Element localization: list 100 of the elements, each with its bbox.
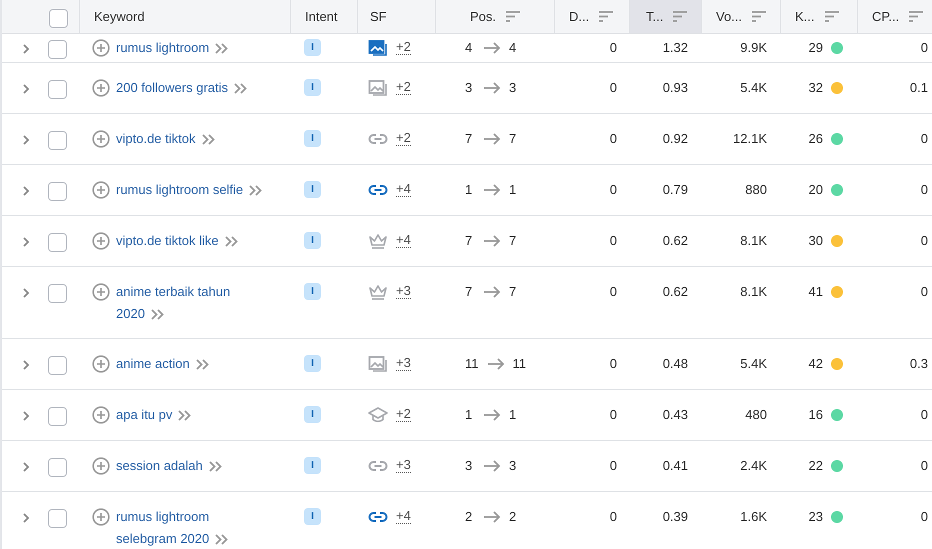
select-all-checkbox[interactable]: [49, 8, 68, 28]
add-circle-icon[interactable]: [92, 406, 110, 424]
keyword-link[interactable]: vipto.de tiktok: [116, 128, 216, 150]
position-from: 7: [465, 283, 474, 301]
expand-chevron-icon[interactable]: [22, 512, 30, 524]
double-chevron-icon[interactable]: [215, 43, 230, 54]
arrow-right-icon: [483, 511, 501, 523]
keyword-link[interactable]: rumus lightroom: [116, 37, 230, 59]
table-cell-text: 5.4K: [740, 355, 767, 373]
row-checkbox[interactable]: [48, 233, 67, 252]
expand-chevron-icon[interactable]: [22, 236, 30, 248]
row-checkbox[interactable]: [48, 458, 67, 477]
add-circle-icon[interactable]: [92, 508, 110, 526]
double-chevron-icon[interactable]: [178, 410, 192, 422]
sort-icon[interactable]: [673, 11, 688, 22]
arrow-right-icon: [483, 42, 501, 54]
keyword-link[interactable]: 200 followers gratis: [116, 77, 248, 99]
expand-chevron-icon[interactable]: [22, 185, 30, 197]
intent-badge: I: [304, 232, 321, 249]
double-chevron-icon[interactable]: [249, 185, 264, 196]
intent-badge: I: [304, 355, 321, 372]
position-to: 1: [509, 406, 516, 424]
add-circle-icon[interactable]: [92, 457, 110, 475]
table-cell-text: 22: [808, 457, 823, 475]
column-header[interactable]: K...: [780, 0, 857, 33]
add-circle-icon[interactable]: [92, 355, 110, 373]
keyword-link[interactable]: anime terbaik tahun 2020: [116, 281, 266, 325]
keyword-link[interactable]: apa itu pv: [116, 404, 192, 426]
row-checkbox[interactable]: [48, 182, 67, 201]
expand-chevron-icon[interactable]: [22, 134, 30, 146]
position-from: 3: [465, 79, 474, 97]
serp-features-count[interactable]: +3: [396, 458, 411, 473]
column-header[interactable]: CP...: [857, 0, 932, 33]
sorted-column-header[interactable]: T...: [629, 0, 701, 33]
column-header: Keyword: [79, 0, 290, 33]
table-cell-text: 12.1K: [733, 130, 767, 148]
arrow-right-icon: [483, 286, 501, 298]
table-cell-text: 0.43: [662, 406, 688, 424]
serp-features-count[interactable]: +2: [396, 80, 411, 95]
double-chevron-icon[interactable]: [196, 359, 210, 370]
add-circle-icon[interactable]: [92, 79, 110, 97]
position-from: 1: [465, 406, 474, 424]
sort-icon[interactable]: [506, 11, 520, 22]
table-cell-text: 0: [610, 79, 617, 97]
double-chevron-icon[interactable]: [150, 309, 165, 320]
column-header[interactable]: Pos.: [435, 0, 554, 33]
double-chevron-icon[interactable]: [234, 83, 248, 94]
keyword-link[interactable]: vipto.de tiktok like: [116, 230, 239, 252]
table-cell-text: 1.6K: [740, 508, 767, 526]
double-chevron-icon[interactable]: [202, 134, 216, 146]
table-cell-text: 0: [920, 130, 928, 148]
double-chevron-icon[interactable]: [208, 461, 223, 472]
row-checkbox[interactable]: [48, 40, 67, 59]
expand-chevron-icon[interactable]: [22, 359, 30, 371]
position-to: 7: [509, 130, 516, 148]
position-from: 7: [465, 232, 474, 250]
table-cell-text: 0: [610, 39, 617, 57]
keyword-link[interactable]: anime action: [116, 353, 210, 375]
position-to: 2: [509, 508, 516, 526]
serp-features-count[interactable]: +2: [396, 40, 411, 55]
keyword-link[interactable]: rumus lightroom selfie: [116, 179, 264, 201]
row-checkbox[interactable]: [48, 407, 67, 426]
serp-features-count[interactable]: +4: [396, 509, 411, 524]
expand-chevron-icon[interactable]: [22, 461, 30, 473]
table-cell-text: 880: [745, 181, 767, 199]
serp-features-count[interactable]: +2: [396, 131, 411, 146]
position-from: 1: [465, 181, 474, 199]
expand-chevron-icon[interactable]: [22, 83, 30, 95]
serp-features-count[interactable]: +4: [396, 233, 411, 248]
expand-chevron-icon[interactable]: [22, 410, 30, 422]
add-circle-icon[interactable]: [92, 232, 110, 250]
table-cell-text: 0: [610, 232, 617, 250]
sort-icon[interactable]: [824, 11, 839, 22]
add-circle-icon[interactable]: [92, 130, 110, 148]
sort-icon[interactable]: [752, 11, 766, 22]
intent-badge: I: [304, 508, 321, 525]
double-chevron-icon[interactable]: [215, 534, 230, 546]
row-checkbox[interactable]: [48, 284, 67, 303]
serp-features-count[interactable]: +4: [396, 182, 411, 197]
row-checkbox[interactable]: [48, 131, 67, 150]
serp-features-count[interactable]: +3: [396, 284, 411, 299]
expand-chevron-icon[interactable]: [22, 43, 30, 55]
row-checkbox[interactable]: [48, 509, 67, 528]
table-cell-text: 30: [808, 232, 823, 250]
position-from: 7: [465, 130, 474, 148]
add-circle-icon[interactable]: [92, 181, 110, 199]
serp-features-count[interactable]: +2: [396, 407, 411, 422]
add-circle-icon[interactable]: [92, 39, 110, 57]
add-circle-icon[interactable]: [92, 283, 110, 301]
expand-chevron-icon[interactable]: [22, 287, 30, 299]
serp-features-count[interactable]: +3: [396, 356, 411, 371]
position-to: 7: [509, 232, 516, 250]
row-checkbox[interactable]: [48, 80, 67, 99]
row-checkbox[interactable]: [48, 356, 67, 375]
sort-icon[interactable]: [909, 11, 924, 22]
keyword-link[interactable]: session adalah: [116, 455, 223, 477]
column-header[interactable]: Vo...: [701, 0, 780, 33]
sort-icon[interactable]: [599, 11, 614, 22]
keyword-link[interactable]: rumus lightroom selebgram 2020: [116, 506, 266, 549]
double-chevron-icon[interactable]: [224, 236, 239, 248]
